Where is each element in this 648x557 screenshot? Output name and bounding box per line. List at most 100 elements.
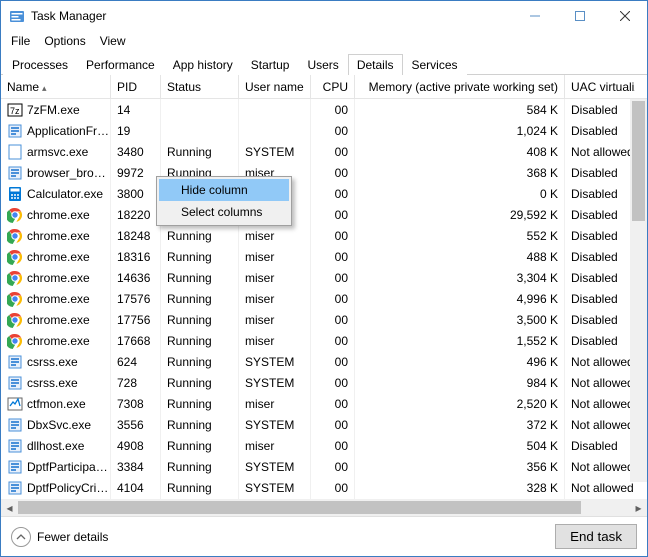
cell-cpu: 00 [311,456,355,477]
cell-status: Running [161,456,239,477]
col-header-user[interactable]: User name [239,75,311,98]
table-row[interactable]: chrome.exe14636Runningmiser003,304 KDisa… [1,267,647,288]
scrollbar-thumb[interactable] [632,101,645,221]
cell-uac: Disabled [565,162,635,183]
footer: Fewer details End task [1,516,647,556]
cell-user: miser [239,225,311,246]
cell-user: SYSTEM [239,456,311,477]
cell-status: Running [161,309,239,330]
table-row[interactable]: DptfParticipa…3384RunningSYSTEM00356 KNo… [1,456,647,477]
sort-asc-icon [39,80,47,94]
cell-memory: 4,996 K [355,288,565,309]
maximize-button[interactable] [557,1,602,31]
cell-pid: 728 [111,372,161,393]
tab-app-history[interactable]: App history [164,54,242,75]
cell-cpu: 00 [311,141,355,162]
tab-users[interactable]: Users [298,54,347,75]
cell-cpu: 00 [311,99,355,120]
table-body[interactable]: 7z7zFM.exe1400584 KDisabledApplicationFr… [1,99,647,499]
cell-status [161,120,239,141]
cell-uac: Not allowed [565,351,635,372]
process-icon [7,417,23,433]
cell-name: dllhost.exe [27,439,84,453]
titlebar[interactable]: Task Manager [1,1,647,31]
window-title: Task Manager [31,9,106,23]
cell-memory: 984 K [355,372,565,393]
cell-name: csrss.exe [27,355,78,369]
cell-cpu: 00 [311,183,355,204]
table-row[interactable]: DbxSvc.exe3556RunningSYSTEM00372 KNot al… [1,414,647,435]
col-header-memory[interactable]: Memory (active private working set) [355,75,565,98]
cell-name: 7zFM.exe [27,103,80,117]
col-header-status[interactable]: Status [161,75,239,98]
tab-processes[interactable]: Processes [3,54,77,75]
table-row[interactable]: armsvc.exe3480RunningSYSTEM00408 KNot al… [1,141,647,162]
menu-view[interactable]: View [94,32,132,50]
fewer-details-button[interactable]: Fewer details [11,527,108,547]
cell-uac: Disabled [565,183,635,204]
cell-cpu: 00 [311,477,355,498]
table-row[interactable]: csrss.exe624RunningSYSTEM00496 KNot allo… [1,351,647,372]
table-row[interactable]: chrome.exe18248Runningmiser00552 KDisabl… [1,225,647,246]
table-row[interactable]: 7z7zFM.exe1400584 KDisabled [1,99,647,120]
cell-memory: 504 K [355,435,565,456]
tab-services[interactable]: Services [403,54,467,75]
table-row[interactable]: Calculator.exe3800Suspendedmiser000 KDis… [1,183,647,204]
table-row[interactable]: chrome.exe17576Runningmiser004,996 KDisa… [1,288,647,309]
table-row[interactable]: chrome.exe18220Runningmiser0029,592 KDis… [1,204,647,225]
cell-pid: 3384 [111,456,161,477]
menu-file[interactable]: File [5,32,36,50]
cell-pid: 17668 [111,330,161,351]
scroll-left-icon[interactable]: ◂ [1,499,18,516]
process-icon [7,291,23,307]
cell-status: Running [161,477,239,498]
horizontal-scrollbar[interactable]: ◂ ▸ [1,499,647,516]
cell-uac: Not allowed [565,393,635,414]
cell-pid: 18248 [111,225,161,246]
cell-cpu: 00 [311,435,355,456]
vertical-scrollbar[interactable] [630,99,647,482]
cell-memory: 29,592 K [355,204,565,225]
tab-performance[interactable]: Performance [77,54,164,75]
process-icon [7,354,23,370]
end-task-button[interactable]: End task [555,524,637,549]
close-button[interactable] [602,1,647,31]
column-context-menu: Hide column Select columns [156,176,292,226]
scrollbar-thumb[interactable] [18,501,581,514]
table-row[interactable]: DptfPolicyCri…4104RunningSYSTEM00328 KNo… [1,477,647,498]
cell-status: Running [161,393,239,414]
scroll-right-icon[interactable]: ▸ [630,499,647,516]
menu-options[interactable]: Options [38,32,91,50]
table-row[interactable]: csrss.exe728RunningSYSTEM00984 KNot allo… [1,372,647,393]
cell-user: miser [239,309,311,330]
cell-user: SYSTEM [239,351,311,372]
table-row[interactable]: chrome.exe17756Runningmiser003,500 KDisa… [1,309,647,330]
col-header-cpu[interactable]: CPU [311,75,355,98]
cell-uac: Not allowed [565,477,635,498]
cell-status: Running [161,141,239,162]
cell-uac: Disabled [565,120,635,141]
cell-pid: 4908 [111,435,161,456]
table-row[interactable]: dllhost.exe4908Runningmiser00504 KDisabl… [1,435,647,456]
table-row[interactable]: chrome.exe17668Runningmiser001,552 KDisa… [1,330,647,351]
table-row[interactable]: ApplicationFr…19001,024 KDisabled [1,120,647,141]
cell-cpu: 00 [311,162,355,183]
table-row[interactable]: browser_bro…9972Runningmiser00368 KDisab… [1,162,647,183]
process-icon [7,396,23,412]
table-row[interactable]: ctfmon.exe7308Runningmiser002,520 KNot a… [1,393,647,414]
minimize-button[interactable] [512,1,557,31]
cell-pid: 624 [111,351,161,372]
col-header-pid[interactable]: PID [111,75,161,98]
cell-status: Running [161,288,239,309]
tab-startup[interactable]: Startup [242,54,299,75]
col-header-name[interactable]: Name [1,75,111,98]
cell-pid: 3800 [111,183,161,204]
cell-name: chrome.exe [27,250,90,264]
chevron-up-icon [11,527,31,547]
menu-select-columns[interactable]: Select columns [159,201,289,223]
table-row[interactable]: chrome.exe18316Runningmiser00488 KDisabl… [1,246,647,267]
menu-hide-column[interactable]: Hide column [159,179,289,201]
col-header-uac[interactable]: UAC virtualization [565,75,635,98]
tab-details[interactable]: Details [348,54,403,75]
cell-memory: 372 K [355,414,565,435]
